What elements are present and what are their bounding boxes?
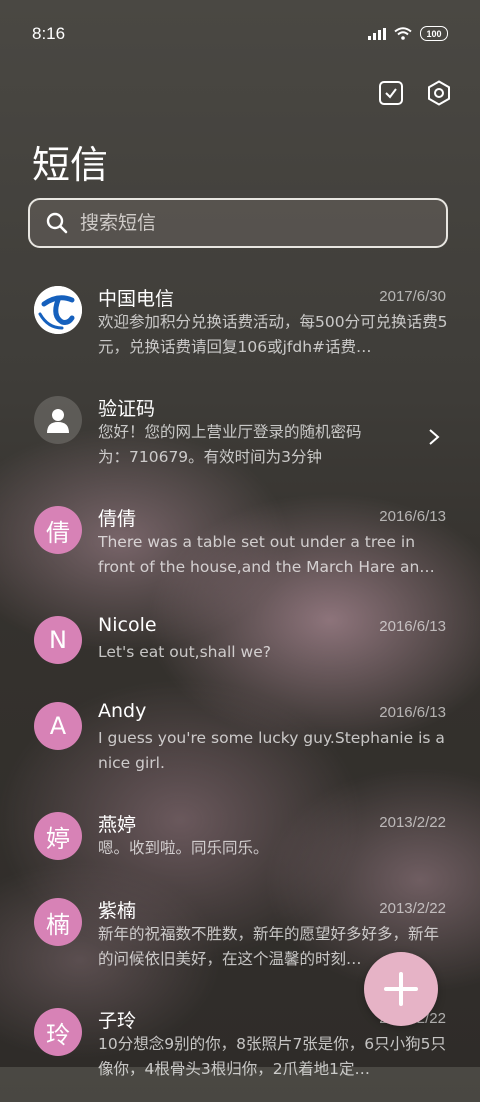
search-input[interactable] bbox=[78, 211, 412, 235]
message-preview: 您好！您的网上营业厅登录的随机密码为：710679。有效时间为3分钟 bbox=[98, 423, 362, 466]
chevron-right-icon[interactable] bbox=[428, 428, 440, 446]
contact-name: 燕婷 bbox=[98, 814, 137, 836]
wifi-icon bbox=[394, 27, 412, 40]
new-message-button[interactable] bbox=[364, 952, 438, 1026]
contact-name: 紫楠 bbox=[98, 900, 137, 922]
avatar: 玲 bbox=[34, 1008, 82, 1056]
avatar: N bbox=[34, 616, 82, 664]
avatar: 楠 bbox=[34, 898, 82, 946]
contact-name: 验证码 bbox=[98, 398, 156, 420]
avatar: A bbox=[34, 702, 82, 750]
message-item-yanting[interactable]: 婷 燕婷 2013/2/22 嗯。收到啦。同乐同乐。 bbox=[0, 796, 480, 882]
top-actions bbox=[378, 80, 452, 106]
china-telecom-logo bbox=[34, 286, 82, 334]
message-date: 2013/2/22 bbox=[379, 814, 446, 831]
message-item-andy[interactable]: A Andy 2016/6/13 I guess you're some luc… bbox=[0, 686, 480, 796]
message-preview: 欢迎参加积分兑换话费活动，每500分可兑换话费5元，兑换话费请回复106或jfd… bbox=[98, 313, 448, 356]
person-icon bbox=[34, 396, 82, 444]
contact-name: 倩倩 bbox=[98, 508, 137, 530]
battery-level: 100 bbox=[426, 28, 442, 39]
status-bar: 8:16 100 bbox=[0, 0, 480, 66]
search-bar[interactable] bbox=[28, 198, 448, 248]
message-item-verification-code[interactable]: 验证码 您好！您的网上营业厅登录的随机密码为：710679。有效时间为3分钟 bbox=[0, 380, 480, 490]
page-title: 短信 bbox=[32, 143, 109, 187]
contact-name: 子玲 bbox=[98, 1010, 137, 1032]
message-item-china-telecom[interactable]: 中国电信 2017/6/30 欢迎参加积分兑换话费活动，每500分可兑换话费5元… bbox=[0, 270, 480, 380]
message-item-qianqian[interactable]: 倩 倩倩 2016/6/13 There was a table set out… bbox=[0, 490, 480, 600]
checkbox-icon[interactable] bbox=[378, 80, 404, 106]
message-item-nicole[interactable]: N Nicole 2016/6/13 Let's eat out,shall w… bbox=[0, 600, 480, 686]
battery-icon: 100 bbox=[420, 26, 448, 41]
message-preview: 嗯。收到啦。同乐同乐。 bbox=[98, 839, 269, 857]
message-date: 2017/6/30 bbox=[379, 288, 446, 305]
plus-icon bbox=[384, 972, 418, 1006]
search-icon bbox=[46, 212, 68, 234]
message-preview: 10分想念9别的你，8张照片7张是你，6只小狗5只像你，4根骨头3根归你，2爪着… bbox=[98, 1035, 447, 1078]
status-time: 8:16 bbox=[32, 24, 66, 43]
message-date: 2016/6/13 bbox=[379, 618, 446, 635]
message-preview: There was a table set out under a tree i… bbox=[98, 533, 435, 576]
message-preview: Let's eat out,shall we? bbox=[98, 643, 271, 661]
message-date: 2016/6/13 bbox=[379, 508, 446, 525]
avatar: 倩 bbox=[34, 506, 82, 554]
settings-icon[interactable] bbox=[426, 80, 452, 106]
message-date: 2013/2/22 bbox=[379, 900, 446, 917]
contact-name: Nicole bbox=[98, 614, 157, 636]
contact-name: 中国电信 bbox=[98, 288, 175, 310]
status-icons: 100 bbox=[368, 26, 448, 41]
avatar: 婷 bbox=[34, 812, 82, 860]
contact-name: Andy bbox=[98, 700, 147, 722]
message-preview: I guess you're some lucky guy.Stephanie … bbox=[98, 729, 445, 772]
signal-icon bbox=[368, 27, 386, 40]
message-date: 2016/6/13 bbox=[379, 704, 446, 721]
